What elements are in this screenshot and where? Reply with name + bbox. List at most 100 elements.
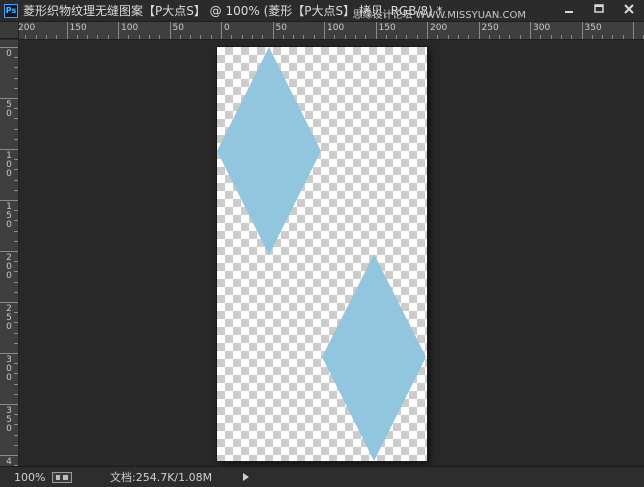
ruler-tick bbox=[14, 434, 18, 436]
document-profile-icon[interactable] bbox=[52, 471, 72, 483]
ruler-tick bbox=[406, 35, 408, 39]
ruler-tick bbox=[0, 455, 18, 456]
ruler-tick bbox=[14, 118, 18, 120]
ruler-tick bbox=[519, 35, 521, 39]
ruler-tick bbox=[447, 35, 449, 39]
ruler-tick bbox=[169, 22, 171, 39]
ruler-tick bbox=[66, 22, 68, 39]
ruler-tick bbox=[14, 332, 18, 334]
ruler-tick bbox=[416, 35, 418, 39]
ruler-tick bbox=[159, 35, 161, 39]
horizontal-ruler-label: 200 bbox=[430, 23, 448, 33]
ruler-tick bbox=[14, 138, 18, 140]
vertical-ruler-label: 300 bbox=[6, 355, 12, 383]
ruler-tick bbox=[179, 35, 181, 39]
diamond-shape-top[interactable] bbox=[217, 47, 321, 255]
ruler-tick bbox=[221, 22, 222, 39]
ruler-tick bbox=[87, 35, 89, 39]
ruler-tick bbox=[14, 57, 18, 59]
zoom-level-field[interactable]: 100% bbox=[14, 471, 46, 484]
restore-button[interactable] bbox=[584, 0, 614, 18]
ruler-tick bbox=[612, 35, 614, 39]
minimize-icon bbox=[565, 11, 573, 13]
ruler-tick bbox=[241, 35, 243, 39]
ruler-tick bbox=[14, 220, 18, 222]
horizontal-ruler-label: 50 bbox=[172, 23, 184, 33]
ruler-tick bbox=[303, 35, 305, 39]
ruler-tick bbox=[76, 35, 78, 39]
ruler-tick bbox=[550, 35, 552, 39]
ruler-tick bbox=[354, 35, 356, 39]
minimize-button[interactable] bbox=[554, 0, 584, 18]
ruler-tick bbox=[14, 108, 18, 110]
ruler-tick bbox=[97, 35, 99, 39]
ruler-tick bbox=[457, 35, 459, 39]
ruler-tick bbox=[118, 22, 119, 39]
vertical-ruler[interactable]: 050100150200250300350400 bbox=[0, 40, 19, 485]
watermark-text: 思缘设计论坛 WWW.MISSYUAN.COM bbox=[352, 10, 526, 21]
document-size-info: 文档:254.7K/1.08M bbox=[110, 471, 213, 484]
vertical-ruler-label: 200 bbox=[6, 253, 12, 281]
canvas-artwork bbox=[217, 47, 426, 461]
vertical-ruler-label: 350 bbox=[6, 406, 12, 434]
ruler-tick bbox=[0, 353, 18, 354]
ruler-tick bbox=[375, 22, 377, 39]
ruler-tick bbox=[581, 22, 583, 39]
ruler-tick bbox=[190, 35, 192, 39]
ruler-tick bbox=[251, 35, 253, 39]
ruler-tick bbox=[293, 35, 295, 39]
vertical-ruler-label: 50 bbox=[6, 100, 12, 119]
ruler-tick bbox=[14, 281, 18, 283]
ruler-tick bbox=[128, 35, 130, 39]
ruler-tick bbox=[530, 22, 531, 39]
ruler-tick bbox=[200, 35, 202, 39]
ruler-tick bbox=[334, 35, 336, 39]
close-icon bbox=[624, 4, 634, 14]
ruler-tick bbox=[14, 424, 18, 426]
ruler-tick bbox=[0, 149, 18, 150]
ruler-tick bbox=[622, 35, 624, 39]
ruler-tick bbox=[14, 271, 18, 273]
ruler-tick bbox=[0, 200, 18, 201]
ruler-tick bbox=[14, 261, 18, 263]
ruler-tick bbox=[0, 251, 18, 252]
ruler-tick bbox=[509, 35, 511, 39]
ruler-tick bbox=[14, 342, 18, 344]
ruler-origin-corner[interactable] bbox=[0, 22, 19, 39]
horizontal-ruler-label: 50 bbox=[275, 23, 287, 33]
ruler-tick bbox=[14, 179, 18, 181]
close-button[interactable] bbox=[614, 0, 644, 18]
ruler-tick bbox=[14, 363, 18, 365]
ruler-tick bbox=[488, 35, 490, 39]
ruler-tick bbox=[14, 210, 18, 212]
photoshop-logo-icon: Ps bbox=[4, 3, 18, 18]
vertical-ruler-label: 150 bbox=[6, 202, 12, 230]
status-menu-button[interactable] bbox=[242, 471, 252, 483]
horizontal-ruler-label: 0 bbox=[224, 23, 230, 33]
vertical-ruler-label: 0 bbox=[6, 49, 12, 59]
horizontal-ruler[interactable]: 200 150 100 50 0 50 100 150 200 250 300 350 bbox=[18, 22, 644, 40]
ruler-tick bbox=[313, 35, 315, 39]
ruler-tick bbox=[14, 230, 18, 232]
ruler-tick bbox=[571, 35, 573, 39]
ruler-tick bbox=[468, 35, 470, 39]
ruler-tick bbox=[344, 35, 346, 39]
horizontal-ruler-label: 300 bbox=[533, 23, 551, 33]
ruler-tick bbox=[560, 35, 562, 39]
ruler-tick bbox=[0, 302, 18, 303]
ruler-tick bbox=[14, 87, 18, 89]
ruler-tick bbox=[14, 383, 18, 385]
ruler-tick bbox=[210, 35, 212, 39]
document-canvas[interactable] bbox=[217, 47, 427, 461]
ruler-tick bbox=[14, 291, 18, 293]
diamond-shape-bottom[interactable] bbox=[322, 254, 426, 461]
vertical-ruler-label: 250 bbox=[6, 304, 12, 332]
ruler-tick bbox=[35, 35, 37, 39]
ruler-tick bbox=[14, 393, 18, 395]
ruler-tick bbox=[107, 35, 109, 39]
ruler-tick bbox=[14, 444, 18, 446]
ruler-tick bbox=[282, 35, 284, 39]
ruler-tick bbox=[437, 35, 439, 39]
ruler-tick bbox=[14, 240, 18, 242]
horizontal-ruler-label: 150 bbox=[378, 23, 396, 33]
